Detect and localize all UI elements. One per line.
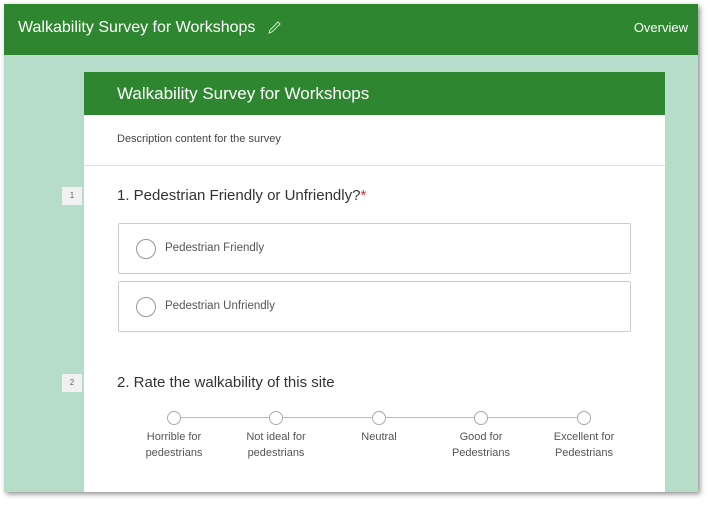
question-1-title: 1. Pedestrian Friendly or Unfriendly?* <box>117 187 367 204</box>
radio-button[interactable] <box>136 297 156 317</box>
rating-label-3: Neutral <box>334 429 424 445</box>
radio-button[interactable] <box>136 239 156 259</box>
rating-option-5[interactable] <box>577 411 591 425</box>
rating-option-3[interactable] <box>372 411 386 425</box>
rating-label-line: Good for <box>459 431 503 443</box>
rating-label-1: Horrible for pedestrians <box>129 429 219 461</box>
rating-label-5: Excellent for Pedestrians <box>539 429 629 461</box>
rating-option-2[interactable] <box>269 411 283 425</box>
option-pedestrian-unfriendly[interactable]: Pedestrian Unfriendly <box>118 281 631 332</box>
rating-label-2: Not ideal for pedestrians <box>231 429 321 461</box>
rating-option-1[interactable] <box>167 411 181 425</box>
rating-label-line: Neutral <box>361 431 397 443</box>
question-number-1: 1 <box>62 187 82 205</box>
rating-option-4[interactable] <box>474 411 488 425</box>
rating-label-line: Horrible for <box>146 431 202 443</box>
rating-label-line: Not ideal for <box>246 431 306 443</box>
rating-label-line: Pedestrians <box>554 447 614 459</box>
rating-label-line: Excellent for <box>553 431 615 443</box>
rating-label-line: Pedestrians <box>451 447 511 459</box>
rating-label-line: pedestrians <box>145 447 203 459</box>
rating-label-4: Good for Pedestrians <box>436 429 526 461</box>
rating-label-line: pedestrians <box>247 447 305 459</box>
survey-title: Walkability Survey for Workshops <box>84 72 665 115</box>
required-marker: * <box>360 187 367 204</box>
question-number-2: 2 <box>62 374 82 392</box>
question-2-title: 2. Rate the walkability of this site <box>117 374 335 391</box>
option-pedestrian-friendly[interactable]: Pedestrian Friendly <box>118 223 631 274</box>
survey-description: Description content for the survey <box>84 115 665 166</box>
